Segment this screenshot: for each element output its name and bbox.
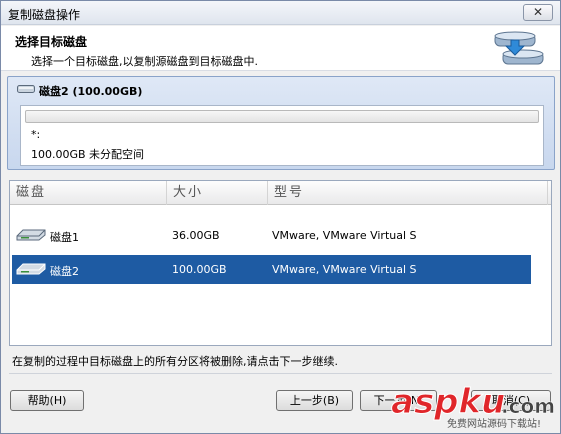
copy-disk-icon <box>494 31 544 65</box>
target-disk-map[interactable]: *: 100.00GB 未分配空间 <box>20 105 544 166</box>
disk-row-selected[interactable]: 磁盘2 100.00GB VMware, VMware Virtual S <box>12 255 531 284</box>
page-title: 选择目标磁盘 <box>15 35 88 49</box>
disk-model: VMware, VMware Virtual S <box>272 263 417 276</box>
hard-disk-icon <box>16 263 46 275</box>
disk-model: VMware, VMware Virtual S <box>272 229 417 242</box>
unallocated-space-label: 100.00GB 未分配空间 <box>31 148 145 161</box>
disk-row[interactable]: 磁盘1 36.00GB VMware, VMware Virtual S <box>12 221 531 250</box>
column-header-size[interactable]: 大小 <box>167 181 268 205</box>
target-disk-panel: 磁盘2 (100.00GB) *: 100.00GB 未分配空间 <box>7 76 555 170</box>
target-disk-label: 磁盘2 (100.00GB) <box>39 85 143 98</box>
column-header-disk[interactable]: 磁盘 <box>10 181 167 205</box>
svg-text:aspku: aspku <box>391 382 505 422</box>
column-header-model[interactable]: 型号 <box>268 181 548 205</box>
disk-list[interactable]: 磁盘 大小 型号 磁盘1 36.00GB VMware, VMware Virt… <box>9 180 552 346</box>
close-button[interactable]: ✕ <box>523 4 553 21</box>
svg-text:.com: .com <box>501 394 555 418</box>
disk-list-header: 磁盘 大小 型号 <box>10 181 551 205</box>
svg-text:免费网站源码下载站!: 免费网站源码下载站! <box>447 417 541 430</box>
help-button[interactable]: 帮助(H) <box>10 390 84 411</box>
hard-disk-icon <box>16 229 46 241</box>
page-subtitle: 选择一个目标磁盘,以复制源磁盘到目标磁盘中. <box>31 55 258 68</box>
title-bar[interactable]: 复制磁盘操作 ✕ <box>1 1 560 25</box>
hard-disk-icon <box>17 85 35 93</box>
disk-name: 磁盘2 <box>50 265 79 278</box>
window-title: 复制磁盘操作 <box>8 8 81 22</box>
copy-disk-dialog: 复制磁盘操作 ✕ 选择目标磁盘 选择一个目标磁盘,以复制源磁盘到目标磁盘中. 磁… <box>0 0 561 434</box>
partition-bar <box>25 110 539 123</box>
divider <box>9 373 552 374</box>
disk-size: 36.00GB <box>172 229 220 242</box>
wizard-header: 选择目标磁盘 选择一个目标磁盘,以复制源磁盘到目标磁盘中. <box>1 26 560 71</box>
partition-letter: *: <box>31 128 41 141</box>
disk-name: 磁盘1 <box>50 231 79 244</box>
warning-note: 在复制的过程中目标磁盘上的所有分区将被删除,请点击下一步继续. <box>12 355 338 368</box>
aspku-watermark-logo: aspku .com 免费网站源码下载站! <box>391 382 556 431</box>
close-icon: ✕ <box>532 5 544 19</box>
disk-size: 100.00GB <box>172 263 227 276</box>
back-button[interactable]: 上一步(B) <box>276 390 353 411</box>
